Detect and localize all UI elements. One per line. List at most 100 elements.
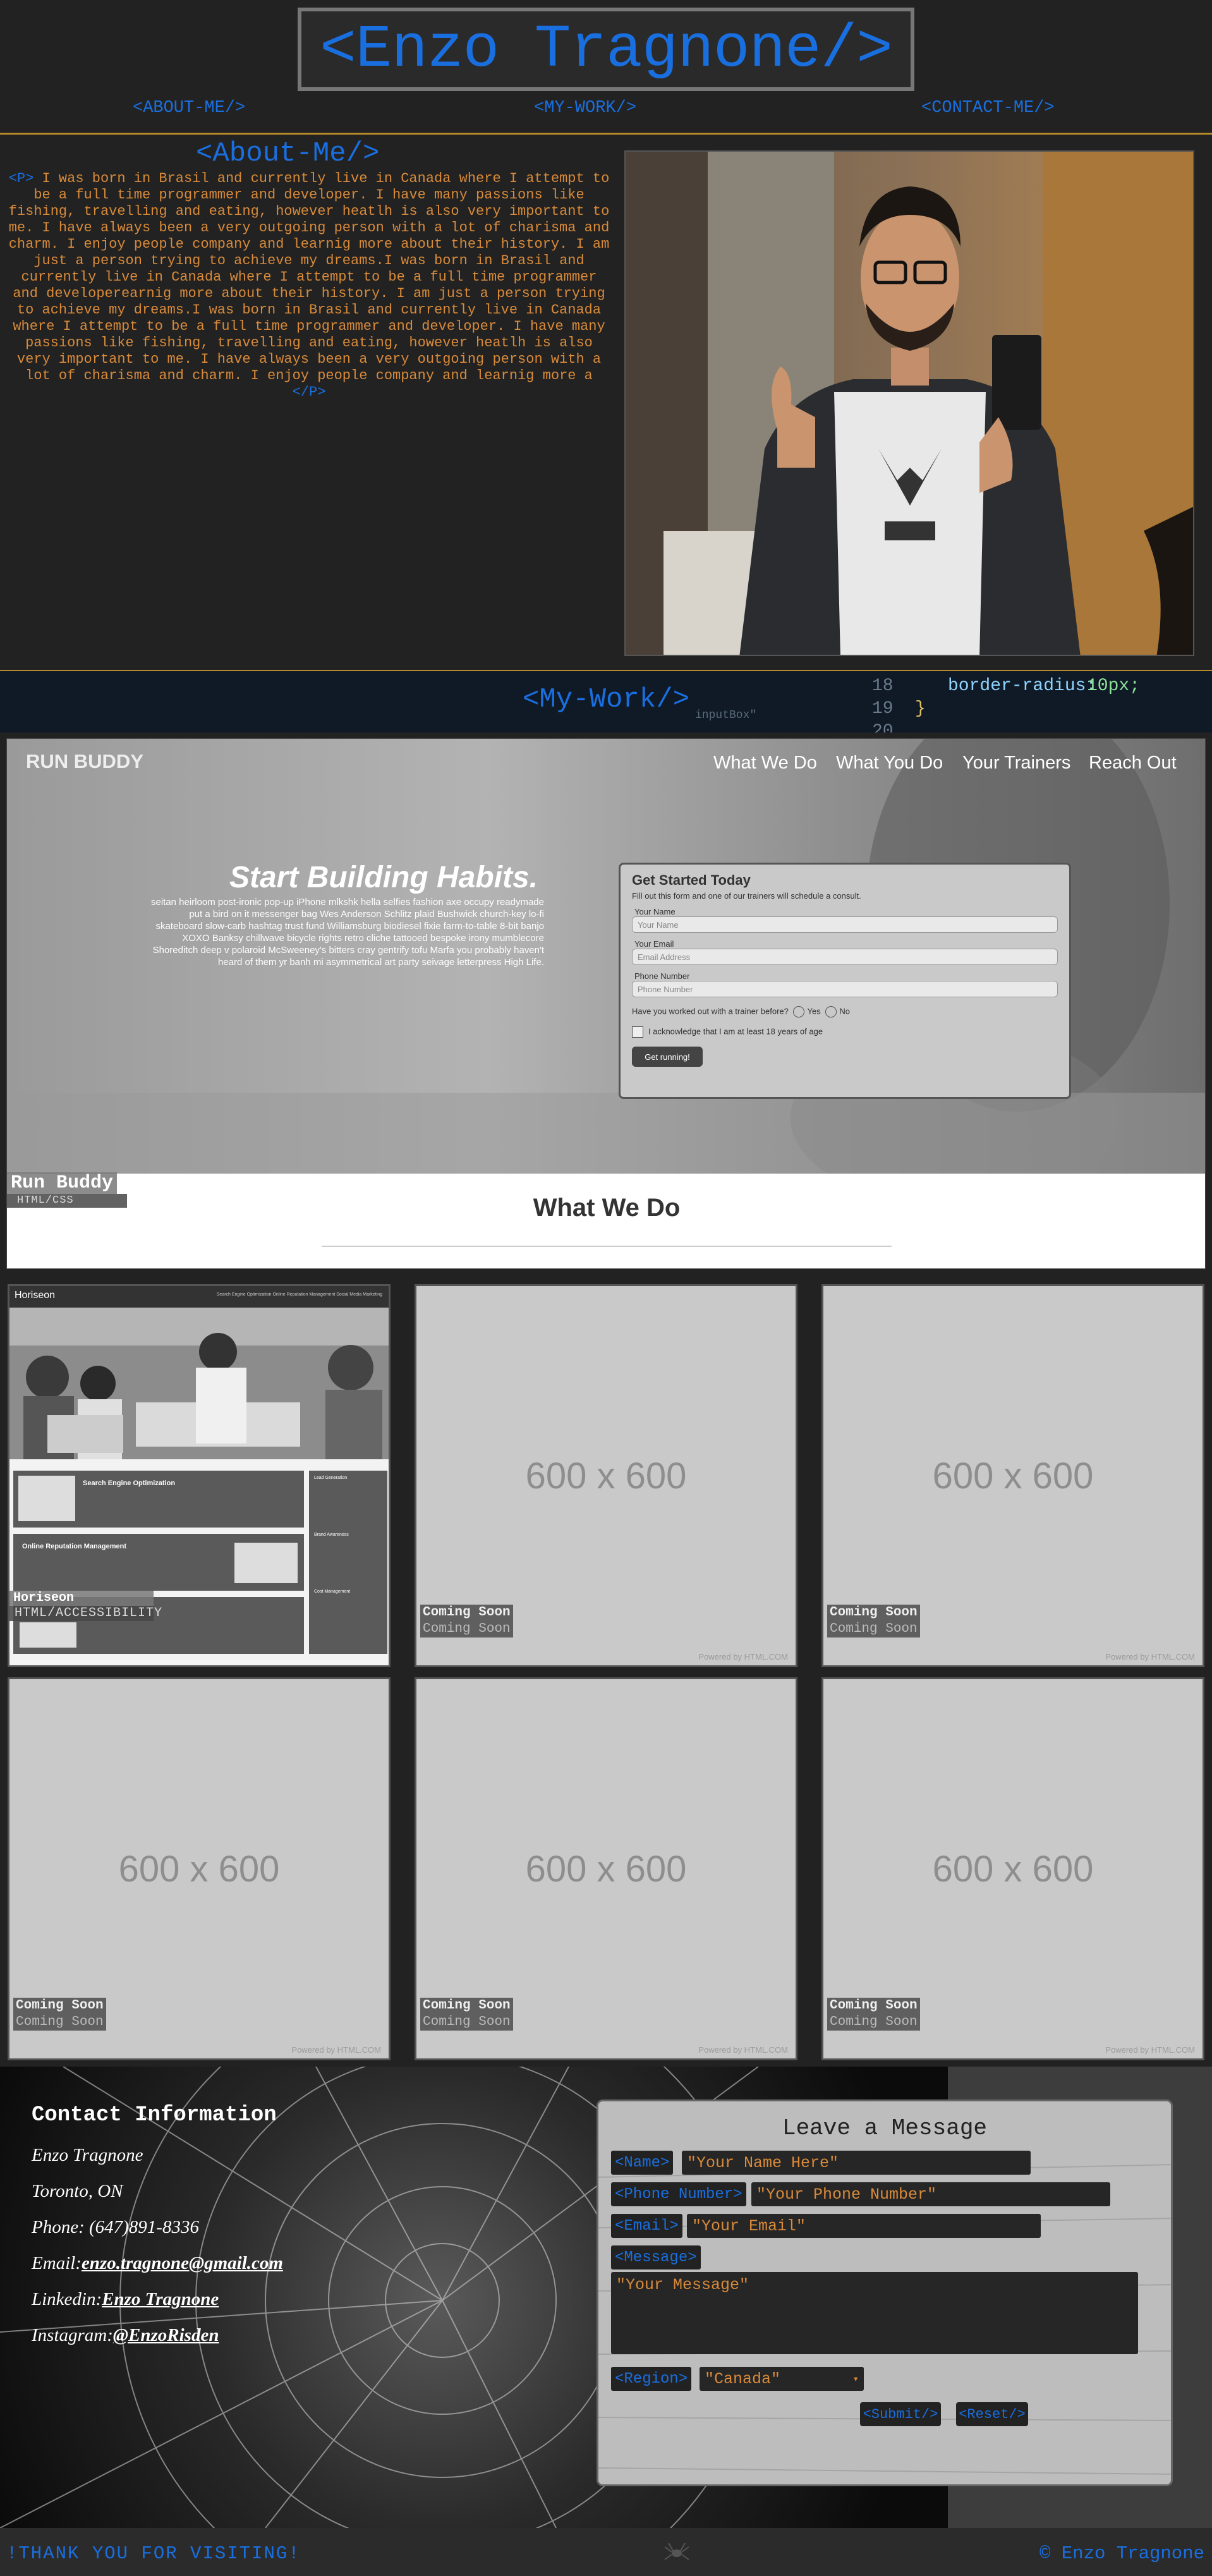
- rb-nav-what-we-do[interactable]: What We Do: [713, 753, 817, 774]
- project-caption-title: Coming Soon: [827, 1605, 920, 1621]
- rb-ack-checkbox[interactable]: [632, 1026, 643, 1038]
- rb-email-label: Your Email: [634, 939, 674, 949]
- rb-email-input[interactable]: Email Address: [632, 949, 1058, 965]
- project-card-coming-soon[interactable]: 600 x 600 Coming Soon Coming Soon Powere…: [8, 1677, 391, 2060]
- horiseon-side-2: Brand Awareness: [314, 1533, 349, 1537]
- horiseon-nav: Search Engine Optimization Online Reputa…: [216, 1292, 382, 1297]
- email-label: <Email>: [611, 2214, 682, 2238]
- project-caption-title: Horiseon: [9, 1591, 154, 1606]
- run-buddy-hero: RUN BUDDY What We Do What You Do Your Tr…: [7, 739, 1205, 1174]
- name-input[interactable]: "Your Name Here": [682, 2151, 1031, 2175]
- email-link[interactable]: enzo.tragnone@gmail.com: [82, 2253, 283, 2273]
- message-form-title: Leave a Message: [782, 2115, 988, 2141]
- horiseon-orm-title: Online Reputation Management: [22, 1543, 127, 1550]
- phone-input[interactable]: "Your Phone Number": [751, 2182, 1110, 2206]
- instagram-link[interactable]: @EnzoRisden: [113, 2325, 219, 2345]
- phone-label: <Phone Number>: [611, 2182, 746, 2206]
- contact-section: Contact Information Enzo Tragnone Toront…: [0, 2067, 1212, 2528]
- rb-hero-text: seitan heirloom post-ironic pop-up iPhon…: [150, 897, 544, 968]
- project-card-coming-soon[interactable]: 600 x 600 Coming Soon Coming Soon Powere…: [415, 1677, 797, 2060]
- email-input[interactable]: "Your Email": [687, 2214, 1041, 2238]
- rb-nav-your-trainers[interactable]: Your Trainers: [962, 753, 1070, 774]
- rb-nav-reach-out[interactable]: Reach Out: [1089, 753, 1177, 774]
- rb-get-running-button[interactable]: Get running!: [632, 1047, 703, 1067]
- chevron-down-icon: ▾: [852, 2374, 859, 2385]
- rb-name-input[interactable]: Your Name: [632, 916, 1058, 933]
- message-label: <Message>: [611, 2245, 701, 2269]
- about-text: I was born in Brasil and currently live …: [8, 171, 610, 384]
- rb-headline: Start Building Habits.: [229, 861, 538, 894]
- region-value: "Canada": [705, 2369, 781, 2388]
- contact-name: Enzo Tragnone: [32, 2145, 143, 2165]
- rb-yes-label: Yes: [807, 1006, 821, 1016]
- rb-nav-what-you-do[interactable]: What You Do: [836, 753, 943, 774]
- project-caption-title: Run Buddy: [7, 1172, 118, 1194]
- featured-project-run-buddy[interactable]: RUN BUDDY What We Do What You Do Your Tr…: [6, 738, 1206, 1269]
- name-label: <Name>: [611, 2151, 674, 2175]
- rb-form-subtitle: Fill out this form and one of our traine…: [632, 891, 861, 901]
- horiseon-seo-title: Search Engine Optimization: [83, 1479, 176, 1487]
- contact-instagram-row: Instagram:@EnzoRisden: [32, 2325, 283, 2346]
- rb-question-text: Have you worked out with a trainer befor…: [632, 1006, 789, 1016]
- contact-location: Toronto, ON: [32, 2181, 123, 2201]
- project-caption-title: Coming Soon: [420, 1998, 513, 2014]
- rb-ack-label: I acknowledge that I am at least 18 year…: [648, 1026, 823, 1036]
- contact-phone: Phone: (647)891-8336: [32, 2217, 199, 2237]
- horiseon-header: Horiseon Search Engine Optimization Onli…: [9, 1286, 389, 1308]
- powered-by: Powered by HTML.COM: [1105, 1652, 1195, 1662]
- email-label: Email:: [32, 2253, 82, 2273]
- site-logo: <Enzo Tragnone/>: [298, 8, 914, 91]
- rb-no-label: No: [839, 1006, 850, 1016]
- footer-copyright: © Enzo Tragnone: [1039, 2543, 1204, 2564]
- project-card-horiseon[interactable]: Horiseon Search Engine Optimization Onli…: [8, 1284, 391, 1667]
- project-caption-sub: Coming Soon: [13, 2014, 106, 2031]
- project-caption-title: Coming Soon: [827, 1998, 920, 2014]
- powered-by: Powered by HTML.COM: [291, 2045, 381, 2055]
- nav-my-work[interactable]: <MY-WORK/>: [534, 99, 636, 118]
- horiseon-side-3: Cost Management: [314, 1589, 351, 1594]
- rb-phone-input[interactable]: Phone Number: [632, 981, 1058, 997]
- project-card-coming-soon[interactable]: 600 x 600 Coming Soon Coming Soon Powere…: [821, 1284, 1204, 1667]
- rb-radio-yes[interactable]: [793, 1006, 805, 1018]
- powered-by: Powered by HTML.COM: [1105, 2045, 1195, 2055]
- spider-icon: [664, 2543, 689, 2560]
- rb-section-title: What We Do: [533, 1194, 681, 1222]
- instagram-label: Instagram:: [32, 2325, 113, 2345]
- rb-signup-form: Get Started Today Fill out this form and…: [619, 863, 1071, 1099]
- region-label: <Region>: [611, 2367, 692, 2391]
- rb-name-label: Your Name: [634, 907, 676, 916]
- about-title: <About-Me/>: [196, 138, 380, 169]
- horiseon-section-seo: Search Engine Optimization: [13, 1471, 304, 1528]
- submit-button[interactable]: <Submit/>: [860, 2402, 941, 2426]
- project-card-coming-soon[interactable]: 600 x 600 Coming Soon Coming Soon Powere…: [415, 1284, 797, 1667]
- powered-by: Powered by HTML.COM: [698, 2045, 788, 2055]
- horiseon-logo: Horiseon: [15, 1290, 56, 1301]
- project-card-coming-soon[interactable]: 600 x 600 Coming Soon Coming Soon Powere…: [821, 1677, 1204, 2060]
- horiseon-sidebar: Lead Generation Brand Awareness Cost Man…: [309, 1471, 387, 1654]
- site-header: <Enzo Tragnone/> <ABOUT-ME/> <MY-WORK/> …: [0, 0, 1212, 136]
- site-footer: !THANK YOU FOR VISITING! © Enzo Tragnone: [0, 2528, 1212, 2576]
- message-textarea[interactable]: "Your Message": [611, 2272, 1138, 2354]
- project-caption-title: Coming Soon: [13, 1998, 106, 2014]
- rb-radio-no[interactable]: [825, 1006, 837, 1018]
- footer-thanks: !THANK YOU FOR VISITING!: [6, 2543, 301, 2564]
- contact-linkedin-row: Linkedin:Enzo Tragnone: [32, 2289, 283, 2310]
- horiseon-side-1: Lead Generation: [314, 1476, 348, 1480]
- rb-ack-row: I acknowledge that I am at least 18 year…: [632, 1026, 1058, 1038]
- contact-info: Contact Information Enzo Tragnone Toront…: [32, 2103, 283, 2361]
- region-select[interactable]: "Canada" ▾: [700, 2367, 864, 2391]
- project-caption-sub: Coming Soon: [827, 2014, 920, 2031]
- message-form: Leave a Message <Name> "Your Name Here" …: [597, 2099, 1173, 2486]
- project-caption-sub: Coming Soon: [420, 1621, 513, 1637]
- nav-about-me[interactable]: <ABOUT-ME/>: [133, 99, 245, 118]
- code-line-number: 20: [872, 722, 894, 732]
- run-buddy-logo: RUN BUDDY: [26, 750, 143, 772]
- linkedin-link[interactable]: Enzo Tragnone: [102, 2289, 219, 2309]
- powered-by: Powered by HTML.COM: [698, 1652, 788, 1662]
- rb-phone-label: Phone Number: [634, 971, 690, 981]
- reset-button[interactable]: <Reset/>: [956, 2402, 1028, 2426]
- contact-title: Contact Information: [32, 2103, 277, 2127]
- nav-contact-me[interactable]: <CONTACT-ME/>: [921, 99, 1055, 118]
- work-title: <My-Work/>: [522, 684, 690, 715]
- open-p-tag: <P>: [8, 171, 34, 186]
